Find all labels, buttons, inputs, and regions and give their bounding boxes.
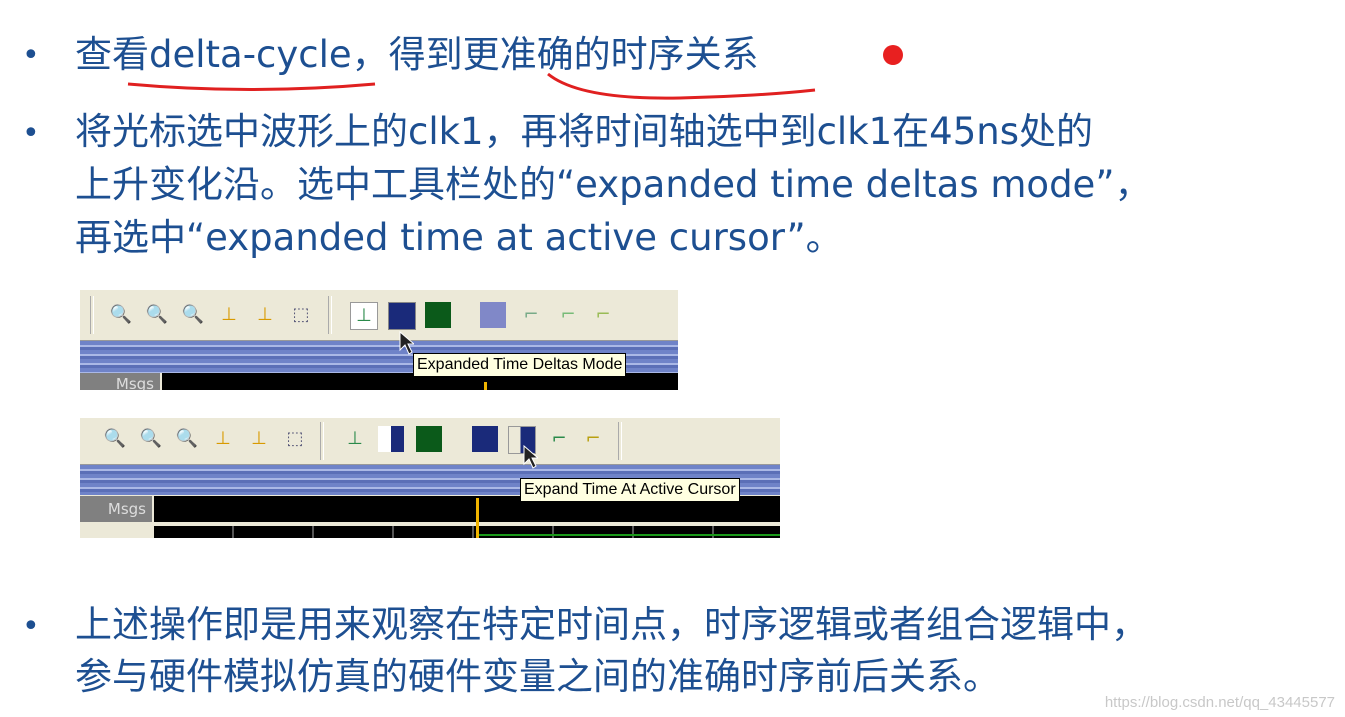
msgs-label: Msgs [80,373,160,390]
zoom-out-icon[interactable]: 🔍 [138,426,164,452]
zoom-region-icon[interactable]: ⬚ [288,302,314,328]
collapse-all-icon[interactable]: ⌐ [590,302,616,328]
collapse-at-cursor-icon[interactable]: ⌐ [546,426,572,452]
separator [328,296,332,334]
separator [90,296,94,334]
tooltip: Expanded Time Deltas Mode [413,353,627,377]
zoom-full-icon[interactable]: 🔍 [174,426,200,452]
zoom-cursor-icon[interactable]: ⊥ [210,426,236,452]
tooltip: Expand Time At Active Cursor [520,478,740,502]
active-cursor[interactable] [484,382,487,390]
toolbar: 🔍 🔍 🔍 ⊥ ⊥ ⬚ ⊥ ⌐ ⌐ ⌐ [80,290,678,341]
red-dot-annotation [883,45,903,65]
zoom-in-icon[interactable]: 🔍 [108,302,134,328]
collapsed-time-icon[interactable]: ⊥ [342,426,368,452]
red-annotation [127,45,903,100]
zoom-cursors-icon[interactable]: ⊥ [252,302,278,328]
bullet-3-line-2: 参与硬件模拟仿真的硬件变量之间的准确时序前后关系。 [75,655,1000,698]
bullet: • [22,609,40,644]
bullet-2-line-3: 再选中“expanded time at active cursor”。 [75,216,843,259]
separator [618,422,622,460]
expand-at-cursor-icon[interactable]: ⌐ [518,302,544,328]
zoom-cursor-icon[interactable]: ⊥ [216,302,242,328]
bullet-2-line-1: 将光标选中波形上的clk1，再将时间轴选中到clk1在45ns处的 [75,110,1093,153]
expanded-events-icon[interactable] [416,426,442,452]
collapse-all-icon[interactable]: ⌐ [580,426,606,452]
bullet-2-line-2: 上升变化沿。选中工具栏处的“expanded time deltas mode”… [75,163,1152,206]
expanded-time-deltas-icon[interactable] [388,302,416,330]
msgs-label: Msgs [80,496,152,522]
expand-all-icon[interactable] [480,302,506,328]
underline-annotation-2 [547,72,816,100]
zoom-cursors-icon[interactable]: ⊥ [246,426,272,452]
toolbar: 🔍 🔍 🔍 ⊥ ⊥ ⬚ ⊥ ⌐ ⌐ [80,418,780,465]
wave-row [154,526,780,538]
expand-all-icon[interactable] [472,426,498,452]
collapse-at-cursor-icon[interactable]: ⌐ [555,302,581,328]
zoom-out-icon[interactable]: 🔍 [144,302,170,328]
underline-annotation-1 [127,82,376,91]
watermark: https://blog.csdn.net/qq_43445577 [1104,694,1335,711]
bullet: • [22,116,40,151]
signal-trace [478,534,780,536]
expanded-events-icon[interactable] [425,302,451,328]
toolbar-screenshot-1: 🔍 🔍 🔍 ⊥ ⊥ ⬚ ⊥ ⌐ ⌐ ⌐ Msgs Expanded Time D… [80,290,678,390]
mouse-pointer-icon [523,444,538,469]
zoom-region-icon[interactable]: ⬚ [282,426,308,452]
expanded-time-deltas-icon[interactable] [378,426,404,452]
separator [320,422,324,460]
active-cursor[interactable] [476,498,479,538]
toolbar-screenshot-2: 🔍 🔍 🔍 ⊥ ⊥ ⬚ ⊥ ⌐ ⌐ Msgs Expand Time At Ac… [80,418,780,538]
zoom-full-icon[interactable]: 🔍 [180,302,206,328]
bullet-3-line-1: 上述操作即是用来观察在特定时间点，时序逻辑或者组合逻辑中， [75,603,1148,646]
mouse-pointer-icon [399,330,414,355]
zoom-in-icon[interactable]: 🔍 [102,426,128,452]
collapsed-time-icon[interactable]: ⊥ [350,302,378,330]
